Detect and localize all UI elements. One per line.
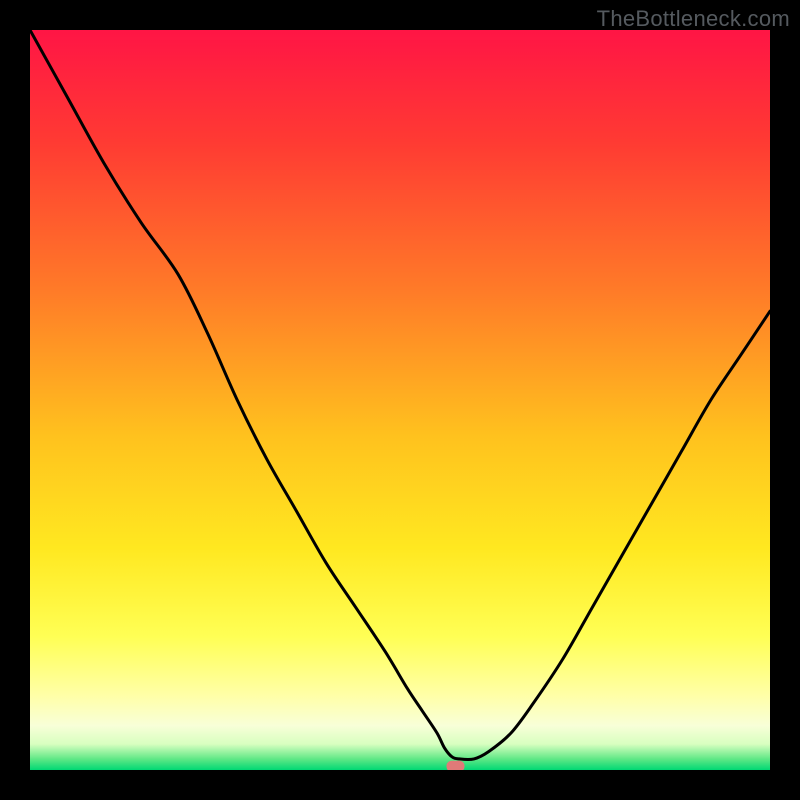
optimal-point-marker: [447, 761, 465, 770]
chart-frame: TheBottleneck.com: [0, 0, 800, 800]
watermark-text: TheBottleneck.com: [597, 6, 790, 32]
bottleneck-chart: [30, 30, 770, 770]
gradient-background: [30, 30, 770, 770]
